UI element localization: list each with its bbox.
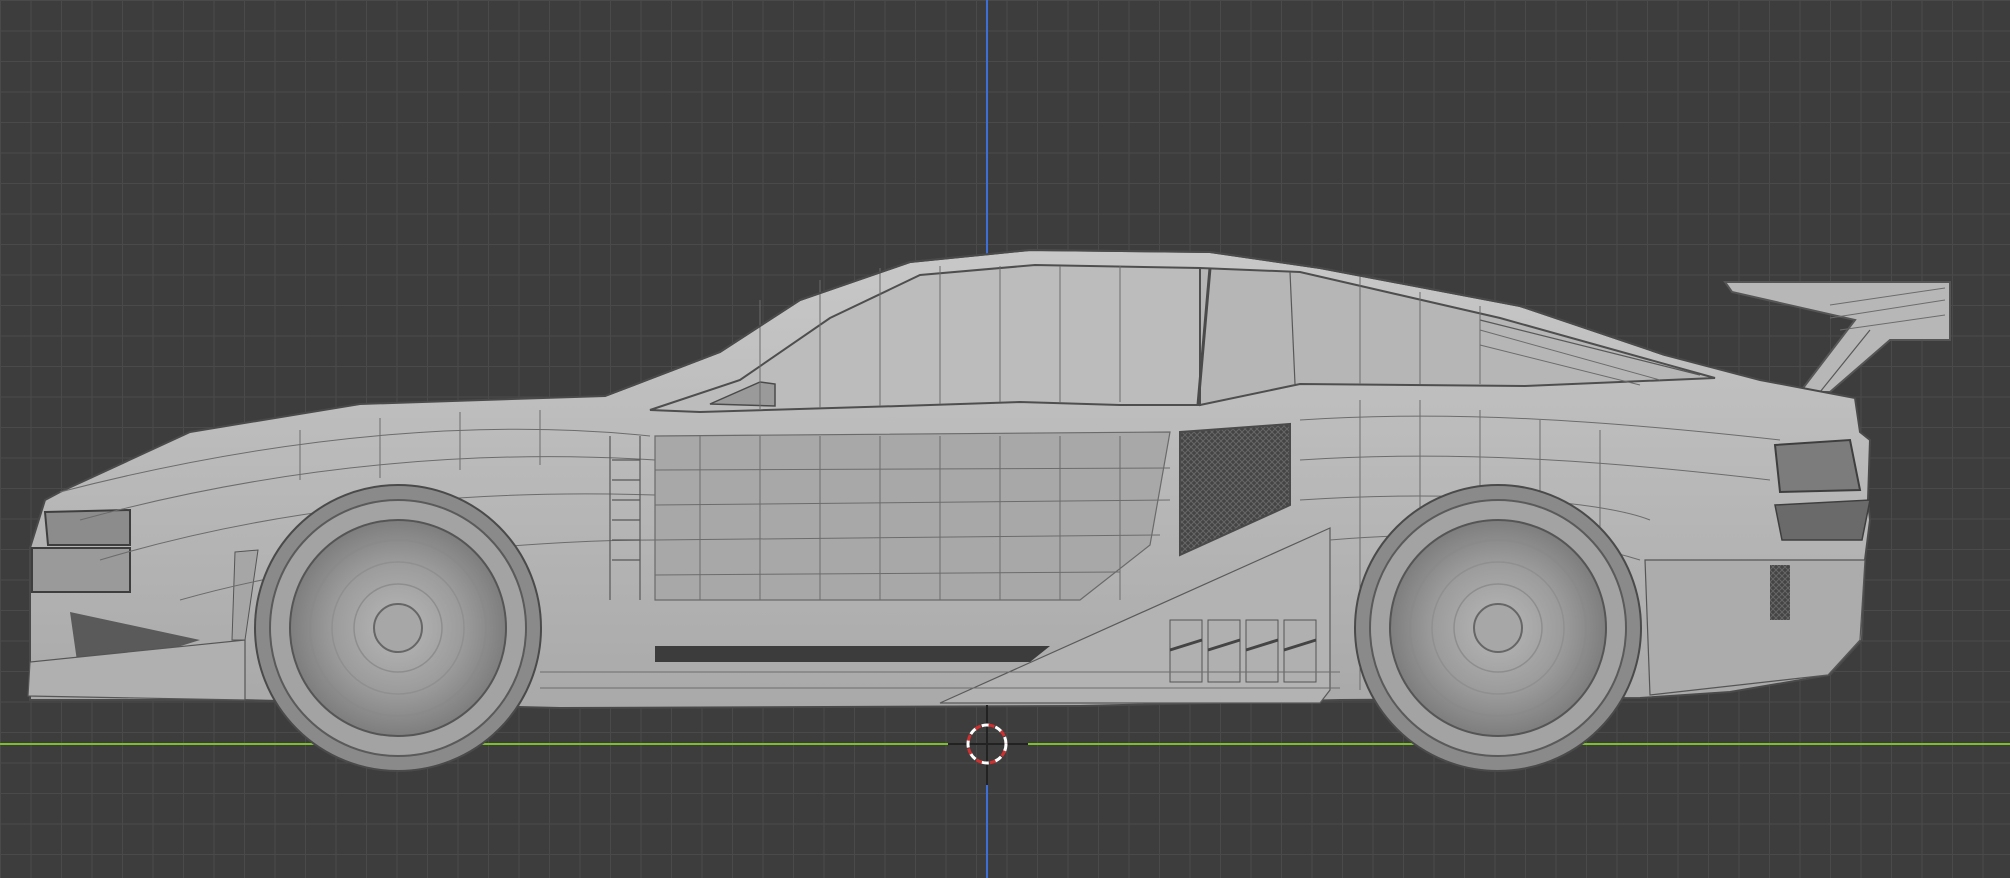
front-wheel[interactable] — [254, 484, 542, 772]
3d-viewport[interactable] — [0, 0, 2010, 878]
rear-wheel-hub — [1473, 603, 1523, 653]
3d-cursor-icon[interactable] — [948, 705, 1028, 785]
rear-spoiler[interactable] — [1723, 281, 1951, 393]
rear-wheel[interactable] — [1354, 484, 1642, 772]
taillight — [1773, 438, 1862, 494]
headlight — [43, 508, 131, 546]
viewport-scene[interactable] — [0, 0, 2010, 878]
front-wheel-hub — [373, 603, 423, 653]
